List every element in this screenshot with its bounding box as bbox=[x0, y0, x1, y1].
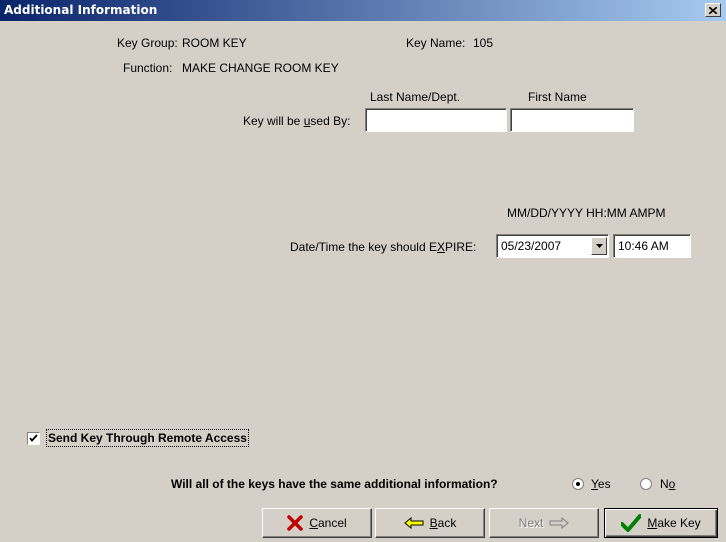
remote-access-label[interactable]: Send Key Through Remote Access bbox=[46, 429, 249, 447]
key-name-value: 105 bbox=[473, 36, 494, 50]
cancel-button[interactable]: Cancel bbox=[262, 508, 372, 538]
expire-label: Date/Time the key should EXPIRE: bbox=[290, 240, 477, 254]
title-bar: Additional Information bbox=[0, 0, 726, 21]
make-key-button[interactable]: Make Key bbox=[604, 508, 718, 538]
expire-date-value: 05/23/2007 bbox=[501, 239, 562, 253]
remote-access-checkbox[interactable] bbox=[27, 432, 40, 445]
arrow-left-icon bbox=[403, 517, 424, 529]
same-info-yes-label[interactable]: Yes bbox=[591, 477, 611, 491]
expire-time-field[interactable]: 10:46 AM bbox=[613, 234, 691, 258]
first-name-field[interactable] bbox=[510, 108, 634, 132]
chevron-down-icon bbox=[595, 244, 603, 248]
key-group-value: ROOM KEY bbox=[182, 36, 247, 50]
last-name-field[interactable] bbox=[365, 108, 507, 132]
last-name-header: Last Name/Dept. bbox=[370, 90, 461, 104]
cancel-label: Cancel bbox=[309, 516, 347, 530]
back-button[interactable]: Back bbox=[375, 508, 485, 538]
make-key-label: Make Key bbox=[647, 516, 701, 530]
function-label: Function: bbox=[123, 61, 173, 75]
expire-date-field[interactable]: 05/23/2007 bbox=[496, 234, 609, 258]
used-by-label: Key will be used By: bbox=[243, 114, 351, 128]
next-button[interactable]: Next bbox=[489, 508, 599, 538]
expire-time-value: 10:46 AM bbox=[618, 239, 669, 253]
datetime-format-hint: MM/DD/YYYY HH:MM AMPM bbox=[507, 206, 666, 220]
window-title: Additional Information bbox=[4, 3, 158, 17]
same-info-no-radio[interactable] bbox=[640, 478, 652, 490]
checkmark-icon bbox=[621, 514, 642, 532]
back-label: Back bbox=[429, 516, 457, 530]
checkmark-icon bbox=[29, 434, 38, 442]
cancel-icon bbox=[287, 515, 304, 531]
date-dropdown-button[interactable] bbox=[591, 237, 607, 255]
key-group-label: Key Group: bbox=[117, 36, 178, 50]
same-info-yes-radio[interactable] bbox=[572, 478, 584, 490]
close-button[interactable] bbox=[705, 3, 721, 17]
function-value: MAKE CHANGE ROOM KEY bbox=[182, 61, 339, 75]
next-label: Next bbox=[518, 516, 544, 530]
key-name-label: Key Name: bbox=[406, 36, 466, 50]
close-icon bbox=[709, 6, 717, 14]
first-name-header: First Name bbox=[528, 90, 587, 104]
same-info-question: Will all of the keys have the same addit… bbox=[171, 477, 498, 491]
arrow-right-icon bbox=[549, 517, 570, 529]
same-info-no-label[interactable]: No bbox=[660, 477, 675, 491]
